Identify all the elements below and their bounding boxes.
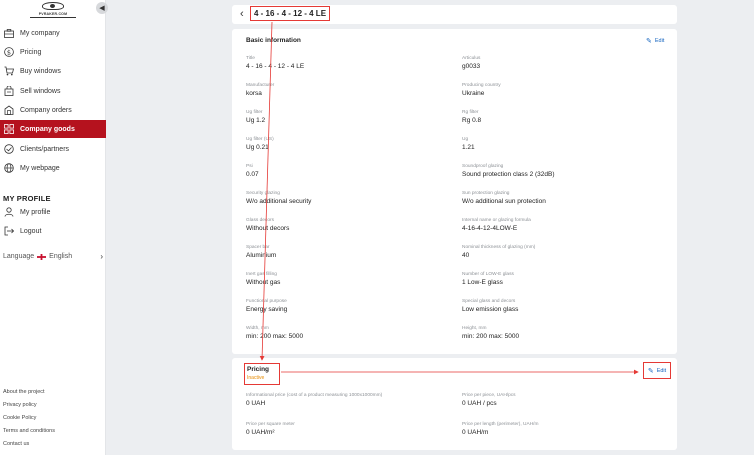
annotation-arrow-down <box>259 21 273 361</box>
annotation-arrows <box>259 21 639 375</box>
